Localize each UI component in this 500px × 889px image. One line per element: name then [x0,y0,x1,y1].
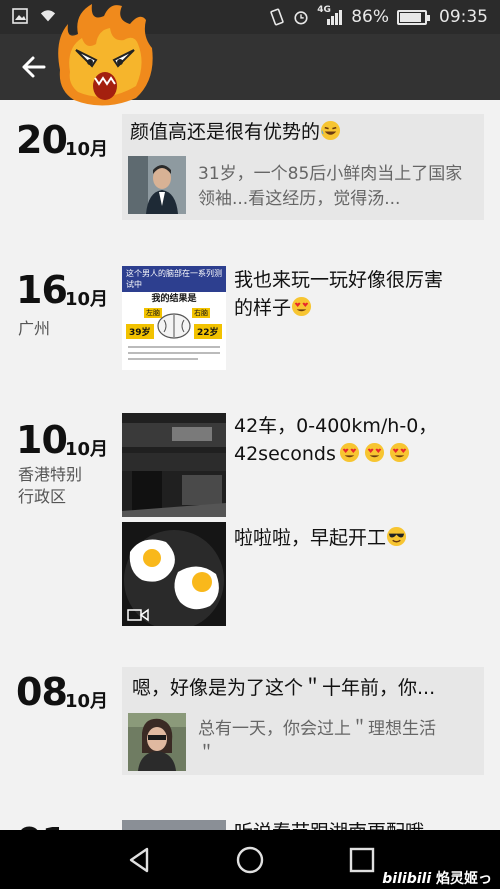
post-location: 香港特别 [18,465,83,484]
sunglasses-emoji-icon [386,526,407,547]
signal-icon: 4G [317,5,343,25]
image-text-line [128,352,220,354]
share-thumbnail [128,156,186,214]
post-image[interactable] [122,413,226,517]
date-day: 08 [16,670,68,714]
image-headline: 这个男人的脑部在一系列测试中 [122,266,226,292]
nav-home-button[interactable] [235,845,265,875]
watermark-user: 焰灵姬っ [436,871,492,887]
image-text-line [128,346,220,348]
alarm-icon [293,9,309,25]
battery-fill [400,12,421,22]
date-month: 10月 [65,139,109,160]
watermark: bilibili 焰灵姬っ [382,868,492,888]
back-arrow-icon [22,56,46,78]
date-day: 01 [16,820,68,830]
brain-icon [157,313,191,339]
moments-feed[interactable]: 20 10月 颜值高还是很有优势的 31岁，一个85后小鲜肉当上了国家领袖...… [0,100,500,830]
date-day: 16 [16,268,68,312]
post-image[interactable] [122,820,226,830]
vibrate-icon [269,8,285,26]
date-day: 20 [16,118,68,162]
post-text: 听说春节跟湖南更配哦 [234,818,484,830]
date-month: 10月 [65,289,109,310]
heart-eyes-emoji-icon [339,442,360,463]
heart-eyes-emoji-icon [291,296,312,317]
status-right: 4G 86% 09:35 [269,5,488,28]
shared-article-card[interactable]: 嗯，好像是为了这个＂十年前，你... 总有一天，你会过上＂理想生活 ＂ [122,667,484,775]
nav-recents-button[interactable] [347,845,377,875]
heart-eyes-emoji-icon [364,442,385,463]
share-summary: 31岁，一个85后小鲜肉当上了国家领袖...看这经历，觉得汤... [198,164,463,209]
post-text: 啦啦啦，早起开工 [234,524,484,552]
back-button[interactable] [18,51,50,83]
laughing-emoji-icon [320,120,341,141]
nav-recents-icon [349,847,375,873]
image-text-line [128,358,198,360]
share-title: 颜值高还是很有优势的 [130,119,341,145]
share-title: 嗯，好像是为了这个＂十年前，你... [132,677,436,699]
battery-percent: 86% [351,7,389,27]
nav-back-icon [129,847,149,873]
status-left [12,8,56,24]
shared-article-card[interactable]: 颜值高还是很有优势的 31岁，一个85后小鲜肉当上了国家领袖...看这经历，觉得… [122,114,484,220]
post-text: 我也来玩一玩好像很厉害 的样子 [234,269,444,319]
share-summary: 总有一天，你会过上＂理想生活 ＂ [198,719,436,764]
battery-icon [397,9,430,25]
clock: 09:35 [439,7,488,27]
network-type: 4G [317,5,331,15]
date-month: 10月 [65,691,109,712]
nav-home-icon [236,846,264,874]
navigation-bar: bilibili 焰灵姬っ [0,830,500,889]
video-icon [127,608,149,622]
post-image[interactable]: 这个男人的脑部在一系列测试中 我的结果是 左脑 右脑 39岁 22岁 [122,266,226,370]
nav-back-button[interactable] [125,845,155,875]
image-left-age: 39岁 [126,324,154,339]
date-month: 10月 [65,439,109,460]
image-right-label: 右脑 [192,308,210,318]
watermark-brand: bilibili [382,871,432,887]
avatar[interactable] [52,0,156,108]
heart-eyes-emoji-icon [389,442,410,463]
post-text: 42车，0-400km/h-0， 42seconds [234,415,438,465]
image-result-label: 我的结果是 [151,294,197,304]
image-right-age: 22岁 [194,324,222,339]
post-video[interactable] [122,522,226,626]
gallery-icon [12,8,28,24]
share-thumbnail [128,713,186,771]
post-location: 行政区 [18,487,67,506]
date-day: 10 [16,418,68,462]
post-location: 广州 [18,319,51,338]
